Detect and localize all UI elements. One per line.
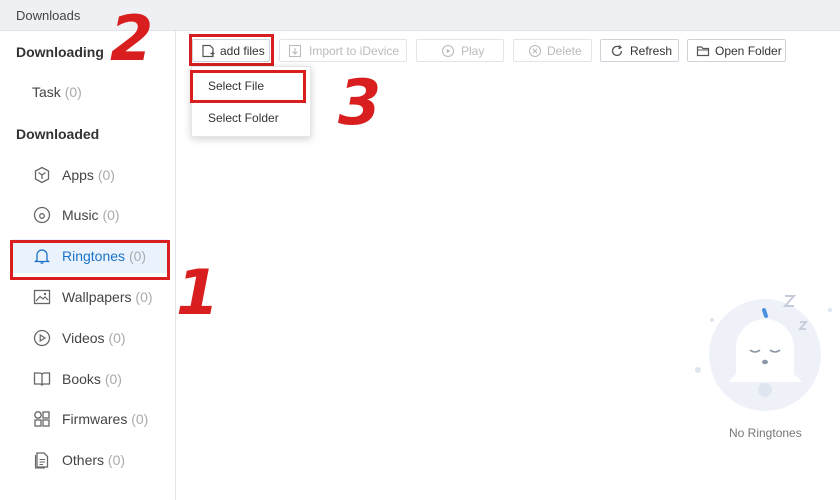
sidebar-item-count: (0) xyxy=(104,371,122,387)
sidebar-item-label: Music xyxy=(62,207,99,223)
music-icon xyxy=(33,206,51,224)
sidebar-item-books[interactable]: Books (0) xyxy=(12,362,168,396)
step-number-2: 2 xyxy=(110,2,154,75)
play-button[interactable]: Play xyxy=(416,39,504,62)
empty-state-label: No Ringtones xyxy=(729,426,802,440)
sidebar-item-wallpapers[interactable]: Wallpapers (0) xyxy=(12,280,168,314)
downloaded-heading: Downloaded xyxy=(16,126,100,142)
play-circle-icon xyxy=(33,329,51,347)
sidebar-item-count: (0) xyxy=(64,84,82,100)
book-icon xyxy=(33,372,51,386)
sidebar-item-firmwares[interactable]: Firmwares (0) xyxy=(12,402,168,436)
sidebar-item-label: Videos xyxy=(62,330,105,346)
delete-label: Delete xyxy=(547,44,582,58)
menu-item-select-folder[interactable]: Select Folder xyxy=(192,103,312,133)
sidebar-item-label: Wallpapers xyxy=(62,289,132,305)
refresh-icon xyxy=(611,45,623,57)
import-icon xyxy=(288,44,302,58)
folder-icon xyxy=(696,46,710,57)
sidebar-item-music[interactable]: Music (0) xyxy=(12,198,168,232)
step-number-1: 1 xyxy=(176,256,220,329)
sidebar-item-label: Books xyxy=(62,371,101,387)
document-icon xyxy=(34,452,49,469)
import-label: Import to iDevice xyxy=(309,44,400,58)
sidebar-item-count: (0) xyxy=(135,289,153,305)
import-to-idevice-button[interactable]: Import to iDevice xyxy=(279,39,407,62)
play-icon xyxy=(441,44,455,58)
downloading-heading: Downloading xyxy=(16,44,104,60)
sidebar-item-label: Task xyxy=(32,84,61,100)
open-folder-button[interactable]: Open Folder xyxy=(687,39,786,62)
sidebar-item-task[interactable]: Task (0) xyxy=(12,75,168,109)
sidebar-item-others[interactable]: Others (0) xyxy=(12,443,168,477)
play-label: Play xyxy=(461,44,485,58)
image-icon xyxy=(33,289,51,305)
refresh-button[interactable]: Refresh xyxy=(600,39,679,62)
refresh-label: Refresh xyxy=(630,44,673,58)
sidebar-item-label: Apps xyxy=(62,167,94,183)
toolbar: add files Import to iDevice Play Delete … xyxy=(176,31,840,71)
sidebar-item-videos[interactable]: Videos (0) xyxy=(12,321,168,355)
window-title: Downloads xyxy=(16,8,81,23)
delete-button[interactable]: Delete xyxy=(513,39,592,62)
sidebar-item-count: (0) xyxy=(97,167,115,183)
step-number-3: 3 xyxy=(338,66,382,139)
ringtones-highlight-box xyxy=(10,240,170,280)
sidebar-item-count: (0) xyxy=(102,207,120,223)
apps-icon xyxy=(34,166,50,184)
sidebar-item-count: (0) xyxy=(107,452,126,468)
delete-icon xyxy=(528,44,542,58)
menu-item-label: Select Folder xyxy=(208,111,279,125)
select-file-highlight-box xyxy=(190,70,306,103)
sidebar-item-label: Others xyxy=(62,452,105,468)
open-folder-label: Open Folder xyxy=(715,44,782,58)
sidebar-item-label: Firmwares xyxy=(62,411,128,427)
add-files-highlight-box xyxy=(189,34,274,66)
sidebar-item-count: (0) xyxy=(108,330,126,346)
grid-icon xyxy=(34,411,50,427)
sidebar-item-apps[interactable]: Apps (0) xyxy=(12,158,168,192)
sidebar-item-count: (0) xyxy=(131,411,149,427)
